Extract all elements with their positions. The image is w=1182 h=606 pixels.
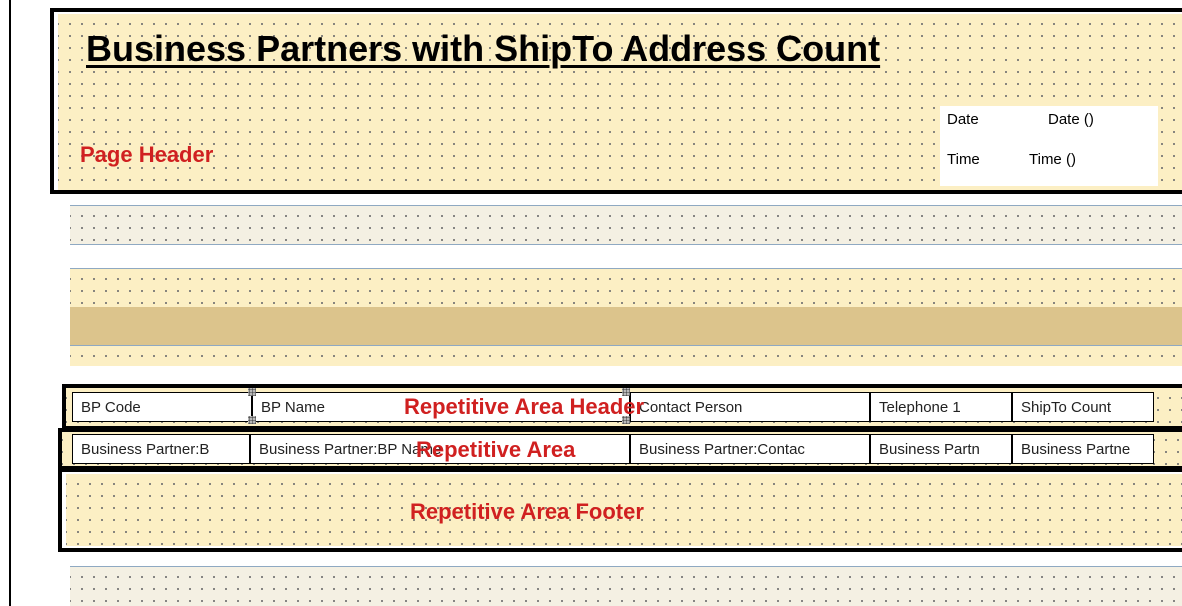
repetitive-area-header-frame bbox=[62, 384, 1182, 430]
repetitive-area-frame bbox=[58, 428, 1182, 470]
band-cream-2[interactable] bbox=[70, 567, 1182, 606]
ruler-line bbox=[9, 0, 11, 606]
repetitive-area-footer-frame bbox=[58, 468, 1182, 552]
band-yellow-1[interactable] bbox=[70, 269, 1182, 307]
band-cream-1[interactable] bbox=[70, 206, 1182, 244]
band-yellow-2[interactable] bbox=[70, 346, 1182, 366]
band-separator bbox=[70, 244, 1182, 245]
page-header-frame bbox=[50, 8, 1182, 194]
band-tan[interactable] bbox=[70, 307, 1182, 345]
